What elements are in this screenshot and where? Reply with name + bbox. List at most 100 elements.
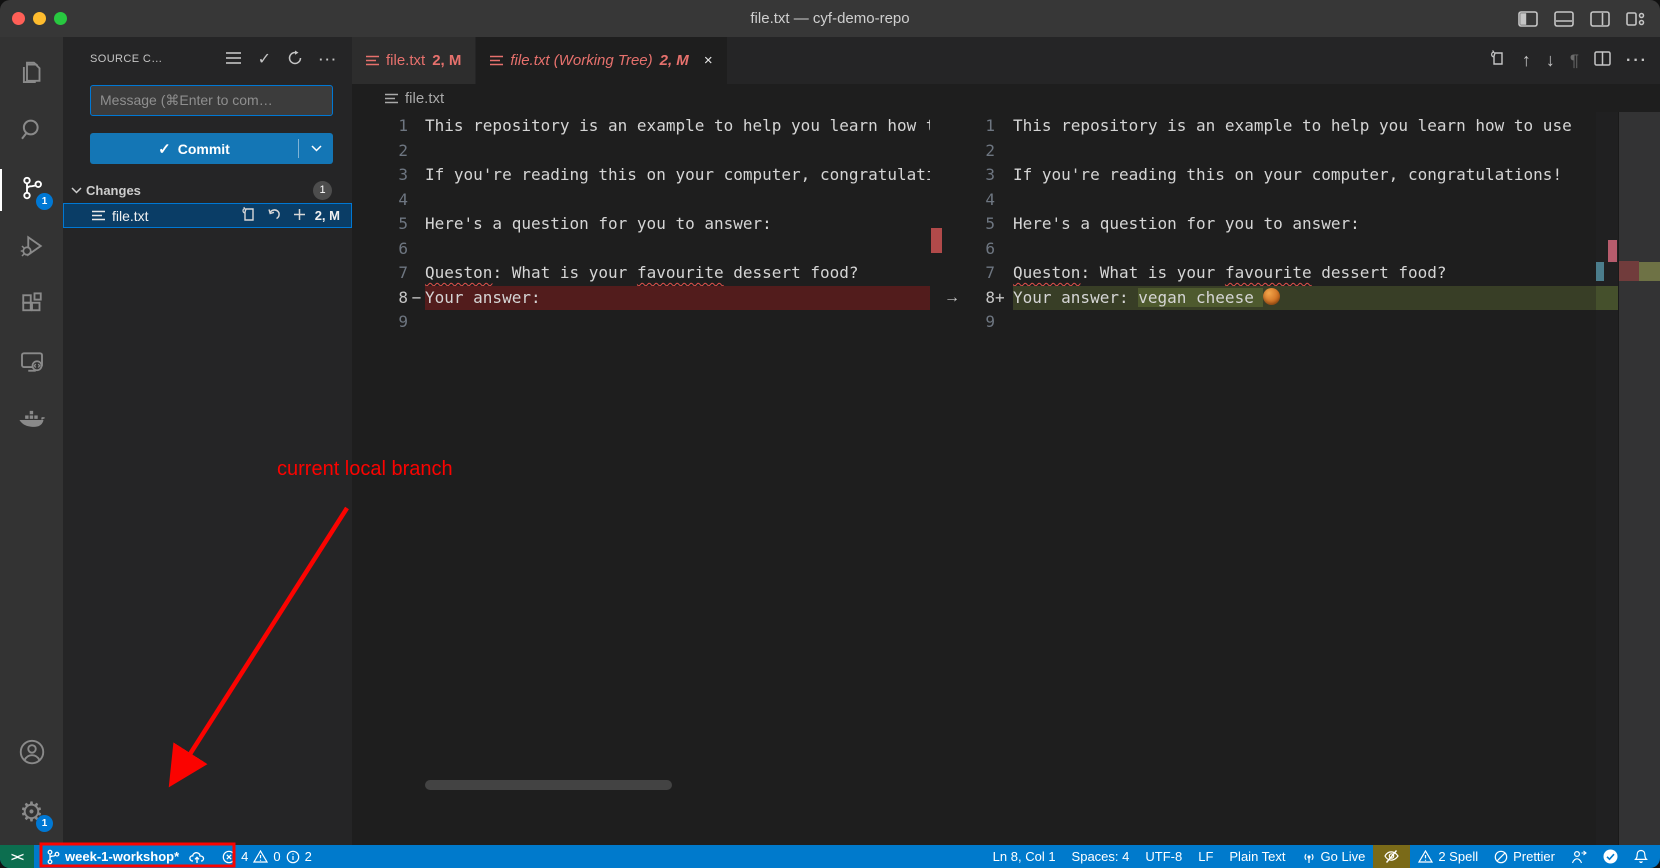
tab-problems-badge: 2, M xyxy=(660,52,689,69)
diff-line-9[interactable]: 9 xyxy=(352,310,930,335)
render-whitespace-icon[interactable]: ¶ xyxy=(1570,51,1579,71)
more-actions-icon[interactable]: ··· xyxy=(319,52,338,67)
commit-message-input[interactable]: Message (⌘Enter to com… xyxy=(90,85,333,116)
compare-icon[interactable] xyxy=(1489,49,1507,72)
diff-line-8[interactable]: 8+Your answer: vegan cheese xyxy=(963,286,1596,311)
go-live-button[interactable]: Go Live xyxy=(1294,845,1374,868)
code-text xyxy=(1013,188,1596,213)
horizontal-scrollbar[interactable] xyxy=(425,780,672,790)
tab-file-txt-working-tree[interactable]: file.txt (Working Tree) 2, M × xyxy=(476,37,726,84)
sidebar-item-run-debug[interactable] xyxy=(0,219,63,277)
revert-arrow-icon[interactable]: → xyxy=(944,286,960,311)
open-file-icon[interactable] xyxy=(241,206,256,225)
minimap[interactable] xyxy=(1618,112,1660,845)
diff-line-2[interactable]: 2 xyxy=(963,139,1596,164)
code-segment: If you're reading this on your computer,… xyxy=(1013,165,1562,184)
diff-sign xyxy=(408,114,425,139)
code-text: This repository is an example to help yo… xyxy=(425,114,930,139)
indentation-indicator[interactable]: Spaces: 4 xyxy=(1064,845,1138,868)
discard-changes-icon[interactable] xyxy=(267,207,282,225)
eye-closed-icon xyxy=(1383,849,1400,864)
changes-section-header[interactable]: Changes 1 xyxy=(63,178,352,202)
extensions-icon xyxy=(17,289,47,324)
minimize-window-button[interactable] xyxy=(33,12,46,25)
diff-sign xyxy=(995,139,1013,164)
left-editor-scrollbar[interactable] xyxy=(930,112,943,845)
view-as-list-icon[interactable] xyxy=(225,51,242,68)
diff-line-5[interactable]: 5Here's a question for you to answer: xyxy=(963,212,1596,237)
copilot-status[interactable] xyxy=(1595,845,1626,868)
diff-line-1[interactable]: 1This repository is an example to help y… xyxy=(963,114,1596,139)
sidebar-item-search[interactable] xyxy=(0,103,63,161)
scm-file-row[interactable]: file.txt 2, M xyxy=(63,203,352,228)
line-number: 3 xyxy=(963,163,995,188)
encoding-indicator[interactable]: UTF-8 xyxy=(1137,845,1190,868)
sidebar-item-docker[interactable] xyxy=(0,393,63,451)
diff-line-4[interactable]: 4 xyxy=(963,188,1596,213)
watch-off-button[interactable] xyxy=(1373,845,1410,868)
sidebar-item-extensions[interactable] xyxy=(0,277,63,335)
refresh-icon[interactable] xyxy=(287,50,303,69)
notifications-button[interactable] xyxy=(1626,845,1660,868)
remote-indicator[interactable]: >< xyxy=(0,845,34,868)
file-icon xyxy=(490,55,503,66)
language-mode[interactable]: Plain Text xyxy=(1221,845,1293,868)
diff-sign xyxy=(408,212,425,237)
tab-file-txt[interactable]: file.txt 2, M xyxy=(352,37,476,84)
diff-line-4[interactable]: 4 xyxy=(352,188,930,213)
next-change-icon[interactable]: ↓ xyxy=(1546,50,1555,71)
diff-line-7[interactable]: 7Queston: What is your favourite dessert… xyxy=(352,261,930,286)
diff-line-6[interactable]: 6 xyxy=(963,237,1596,262)
diff-line-6[interactable]: 6 xyxy=(352,237,930,262)
diff-line-3[interactable]: 3If you're reading this on your computer… xyxy=(352,163,930,188)
commit-button[interactable]: ✓ Commit xyxy=(90,133,333,164)
code-segment: Queston xyxy=(1013,263,1080,282)
close-window-button[interactable] xyxy=(12,12,25,25)
diff-line-9[interactable]: 9 xyxy=(963,310,1596,335)
more-actions-icon[interactable]: ··· xyxy=(1626,52,1648,70)
diff-line-2[interactable]: 2 xyxy=(352,139,930,164)
accounts-button[interactable] xyxy=(0,725,63,783)
diff-line-1[interactable]: 1This repository is an example to help y… xyxy=(352,114,930,139)
toggle-panel-icon[interactable] xyxy=(1554,11,1574,27)
settings-button[interactable]: ⚙ 1 xyxy=(0,783,63,841)
code-text xyxy=(1013,237,1596,262)
diff-modified-pane[interactable]: 1This repository is an example to help y… xyxy=(963,112,1596,845)
prettier-status[interactable]: Prettier xyxy=(1486,845,1563,868)
cursor-position[interactable]: Ln 8, Col 1 xyxy=(985,845,1064,868)
commit-action-icon[interactable]: ✓ xyxy=(258,49,271,69)
toggle-sidebar-icon[interactable] xyxy=(1518,11,1538,27)
previous-change-icon[interactable]: ↑ xyxy=(1522,50,1531,71)
breadcrumb[interactable]: file.txt xyxy=(352,84,1660,112)
code-segment: This repository is an example to help yo… xyxy=(1013,116,1572,135)
sidebar-title: SOURCE C… xyxy=(90,53,225,65)
sidebar-item-remote-explorer[interactable] xyxy=(0,335,63,393)
problems-indicator[interactable]: 4 0 2 xyxy=(214,845,320,868)
scm-file-decoration: 2, M xyxy=(315,208,340,223)
stage-changes-icon[interactable] xyxy=(293,208,306,224)
branch-indicator[interactable]: week-1-workshop* xyxy=(34,845,214,868)
customize-layout-icon[interactable] xyxy=(1626,11,1646,27)
close-tab-icon[interactable]: × xyxy=(704,52,713,69)
diff-line-8[interactable]: 8−Your answer: xyxy=(352,286,930,311)
git-branch-icon xyxy=(46,849,60,865)
zoom-window-button[interactable] xyxy=(54,12,67,25)
sidebar-item-explorer[interactable] xyxy=(0,45,63,103)
minimap-deleted-block xyxy=(1619,261,1639,281)
feedback-button[interactable] xyxy=(1563,845,1595,868)
toggle-secondary-sidebar-icon[interactable] xyxy=(1590,11,1610,27)
spell-checker-status[interactable]: 2 Spell xyxy=(1410,845,1486,868)
right-editor-scrollbar[interactable] xyxy=(1596,112,1618,845)
eol-indicator[interactable]: LF xyxy=(1190,845,1221,868)
code-text: Here's a question for you to answer: xyxy=(425,212,930,237)
diff-line-3[interactable]: 3 If you're reading this on your computer… xyxy=(963,163,1596,188)
line-number: 6 xyxy=(963,237,995,262)
commit-dropdown-button[interactable] xyxy=(299,145,333,152)
diff-line-7[interactable]: 7Queston: What is your favourite dessert… xyxy=(963,261,1596,286)
split-editor-icon[interactable] xyxy=(1594,51,1611,71)
diff-sign xyxy=(408,237,425,262)
diff-line-5[interactable]: 5Here's a question for you to answer: xyxy=(352,212,930,237)
warning-icon xyxy=(1418,850,1433,863)
code-segment: Your answer: xyxy=(1013,288,1138,307)
sidebar-item-source-control[interactable]: 1 xyxy=(0,161,63,219)
